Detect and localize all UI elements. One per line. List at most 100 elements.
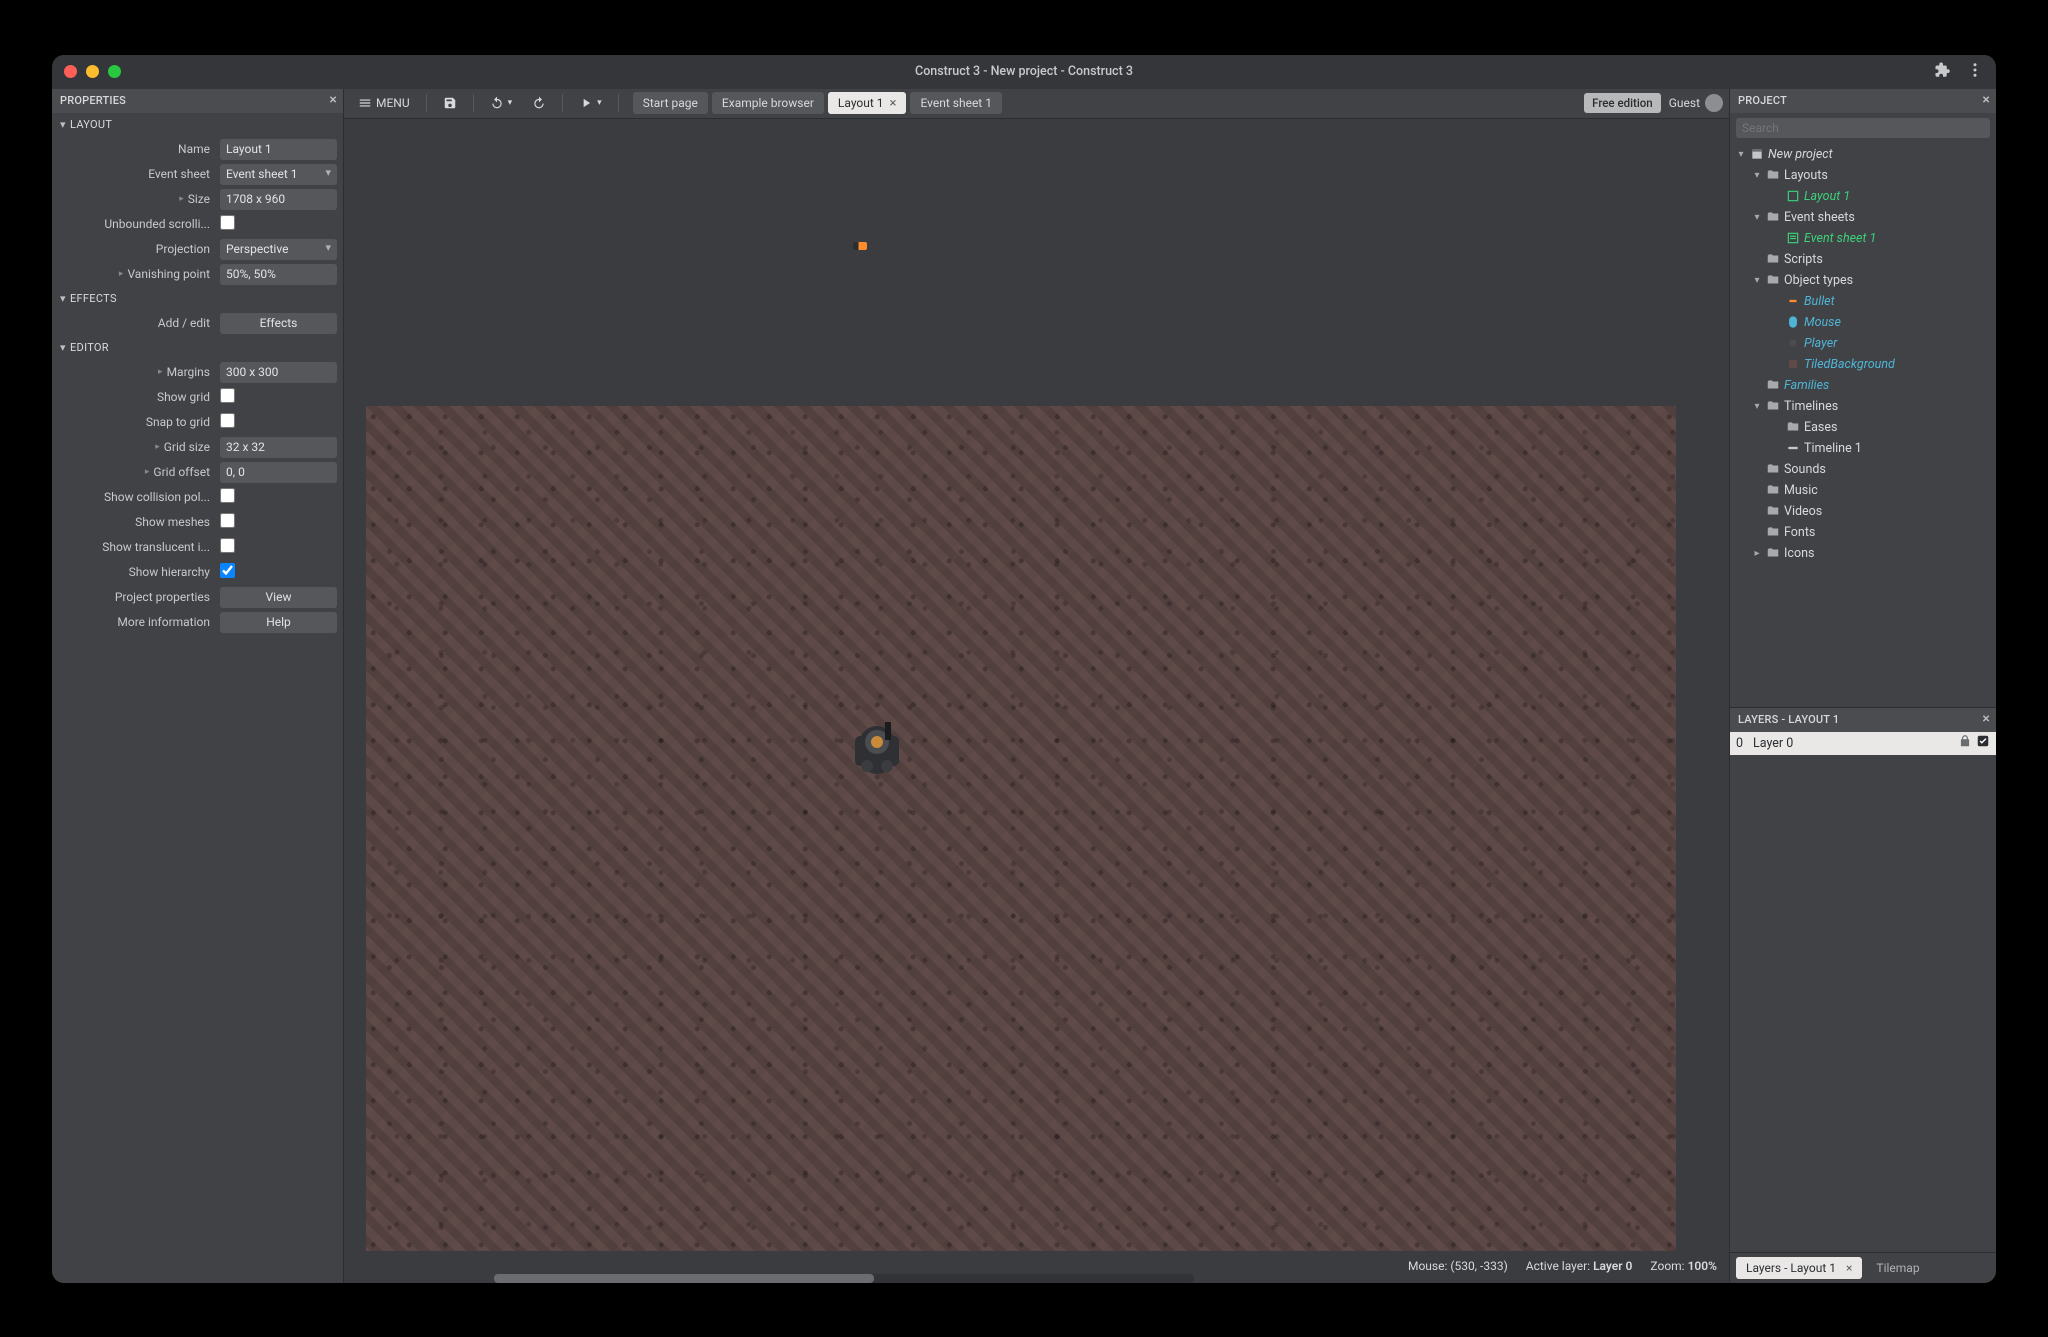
maximize-window-button[interactable] xyxy=(108,65,121,78)
snapgrid-checkbox[interactable] xyxy=(220,413,235,428)
tree-timelines[interactable]: ▾Timelines xyxy=(1730,396,1996,417)
close-icon[interactable]: × xyxy=(1982,92,1990,108)
tab-layers[interactable]: Layers - Layout 1× xyxy=(1736,1257,1862,1279)
tree-objecttypes[interactable]: ▾Object types xyxy=(1730,270,1996,291)
label-margins: Margins xyxy=(167,365,210,379)
showhierarchy-checkbox[interactable] xyxy=(220,563,235,578)
tree-music[interactable]: Music xyxy=(1730,480,1996,501)
label-addedit: Add / edit xyxy=(52,316,220,330)
gridoffset-input[interactable] xyxy=(220,462,337,483)
play-button[interactable]: ▾ xyxy=(571,92,610,114)
window-controls xyxy=(64,65,121,78)
avatar-icon xyxy=(1705,94,1723,112)
layer-name: Layer 0 xyxy=(1753,736,1793,751)
layers-panel-header: LAYERS - LAYOUT 1 × xyxy=(1730,708,1996,732)
label-showgrid: Show grid xyxy=(52,390,220,404)
layers-title: LAYERS - LAYOUT 1 xyxy=(1738,713,1839,726)
layer-index: 0 xyxy=(1736,736,1743,751)
showcollision-checkbox[interactable] xyxy=(220,488,235,503)
app-window: Construct 3 - New project - Construct 3 … xyxy=(52,55,1996,1283)
layer-row[interactable]: 0 Layer 0 xyxy=(1730,732,1996,755)
undo-button[interactable]: ▾ xyxy=(482,92,521,114)
tree-scripts[interactable]: Scripts xyxy=(1730,249,1996,270)
label-showhierarchy: Show hierarchy xyxy=(52,565,220,579)
showmeshes-checkbox[interactable] xyxy=(220,513,235,528)
eventsheet-select[interactable]: Event sheet 1 xyxy=(220,164,337,185)
margins-input[interactable] xyxy=(220,362,337,383)
close-window-button[interactable] xyxy=(64,65,77,78)
projection-select[interactable]: Perspective xyxy=(220,239,337,260)
showgrid-checkbox[interactable] xyxy=(220,388,235,403)
effects-button[interactable]: Effects xyxy=(220,313,337,334)
size-input[interactable] xyxy=(220,189,337,210)
tree-eases[interactable]: Eases xyxy=(1730,417,1996,438)
label-eventsheet: Event sheet xyxy=(52,167,220,181)
label-moreinfo: More information xyxy=(52,615,220,629)
horizontal-scrollbar[interactable] xyxy=(494,1274,1194,1283)
extension-icon[interactable] xyxy=(1934,61,1952,83)
showtranslucent-checkbox[interactable] xyxy=(220,538,235,553)
more-icon[interactable] xyxy=(1966,61,1984,83)
tree-eventsheets[interactable]: ▾Event sheets xyxy=(1730,207,1996,228)
tree-obj-tiledbg[interactable]: TiledBackground xyxy=(1730,354,1996,375)
tree-layouts[interactable]: ▾Layouts xyxy=(1730,165,1996,186)
label-size: ▸Size xyxy=(52,192,220,206)
bottom-tabs: Layers - Layout 1× Tilemap xyxy=(1730,1252,1996,1283)
tree-timeline-1[interactable]: Timeline 1 xyxy=(1730,438,1996,459)
close-icon[interactable]: × xyxy=(329,92,337,108)
tab-start-page[interactable]: Start page xyxy=(633,92,708,114)
name-input[interactable] xyxy=(220,139,337,160)
properties-title: PROPERTIES xyxy=(60,94,126,107)
layout-canvas[interactable]: Mouse: (530, -333) Active layer: Layer 0… xyxy=(344,119,1729,1283)
tab-layout-1[interactable]: Layout 1× xyxy=(828,92,907,114)
label-showmeshes: Show meshes xyxy=(52,515,220,529)
tree-obj-bullet[interactable]: Bullet xyxy=(1730,291,1996,312)
vanishing-input[interactable] xyxy=(220,264,337,285)
group-editor[interactable]: ▾EDITOR xyxy=(52,336,343,360)
player-sprite[interactable] xyxy=(849,712,905,782)
close-tab-icon[interactable]: × xyxy=(890,96,897,111)
gridsize-input[interactable] xyxy=(220,437,337,458)
account-button[interactable]: Guest xyxy=(1669,94,1723,112)
label-projectprops: Project properties xyxy=(52,590,220,604)
tiled-background[interactable] xyxy=(366,406,1676,1251)
lock-icon[interactable] xyxy=(1958,734,1972,752)
tree-icons[interactable]: ▸Icons xyxy=(1730,543,1996,564)
bullet-sprite[interactable] xyxy=(853,242,867,250)
center-area: MENU ▾ ▾ Start page Example browser Layo… xyxy=(344,89,1729,1283)
close-icon[interactable]: × xyxy=(1846,1261,1852,1275)
save-button[interactable] xyxy=(435,92,465,114)
tree-obj-mouse[interactable]: Mouse xyxy=(1730,312,1996,333)
visibility-checkbox[interactable] xyxy=(1976,734,1990,752)
label-gridsize: Grid size xyxy=(164,440,210,454)
help-button[interactable]: Help xyxy=(220,612,337,633)
tree-project-root[interactable]: ▾New project xyxy=(1730,144,1996,165)
right-panel: PROJECT × ▾New project ▾Layouts Layout 1… xyxy=(1729,89,1996,1283)
close-icon[interactable]: × xyxy=(1982,711,1990,727)
label-unbounded: Unbounded scrolli... xyxy=(52,217,220,231)
unbounded-checkbox[interactable] xyxy=(220,215,235,230)
free-edition-badge[interactable]: Free edition xyxy=(1584,93,1661,113)
menu-button[interactable]: MENU xyxy=(350,92,418,114)
tree-fonts[interactable]: Fonts xyxy=(1730,522,1996,543)
view-button[interactable]: View xyxy=(220,587,337,608)
tab-tilemap[interactable]: Tilemap xyxy=(1866,1257,1929,1279)
label-vanishing: ▸Vanishing point xyxy=(52,267,220,281)
tree-sounds[interactable]: Sounds xyxy=(1730,459,1996,480)
label-name: Name xyxy=(52,142,220,156)
tree-layout-1[interactable]: Layout 1 xyxy=(1730,186,1996,207)
tab-example-browser[interactable]: Example browser xyxy=(712,92,824,114)
label-showcollision: Show collision pol... xyxy=(52,490,220,504)
tree-obj-player[interactable]: Player xyxy=(1730,333,1996,354)
group-layout[interactable]: ▾LAYOUT xyxy=(52,113,343,137)
layers-panel: LAYERS - LAYOUT 1 × 0 Layer 0 Layers - L… xyxy=(1730,707,1996,1283)
minimize-window-button[interactable] xyxy=(86,65,99,78)
project-search-input[interactable] xyxy=(1736,118,1990,138)
tree-families[interactable]: Families xyxy=(1730,375,1996,396)
group-effects[interactable]: ▾EFFECTS xyxy=(52,287,343,311)
tree-eventsheet-1[interactable]: Event sheet 1 xyxy=(1730,228,1996,249)
label-snapgrid: Snap to grid xyxy=(52,415,220,429)
tree-videos[interactable]: Videos xyxy=(1730,501,1996,522)
redo-button[interactable] xyxy=(524,92,554,114)
tab-event-sheet-1[interactable]: Event sheet 1 xyxy=(910,92,1001,114)
